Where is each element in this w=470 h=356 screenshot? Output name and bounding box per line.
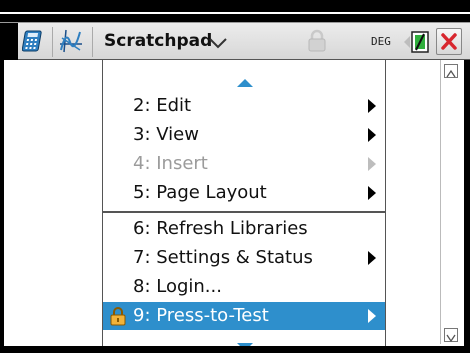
menu-item-label: 6: Refresh Libraries [133, 218, 308, 239]
tab-bar-handle [0, 23, 18, 60]
menu-item-label: 4: Insert [133, 153, 208, 174]
work-area-left-border [0, 60, 4, 353]
submenu-arrow-icon [368, 128, 376, 142]
menu-item-label: 5: Page Layout [133, 182, 267, 203]
document-menu: 2: Edit 3: View 4: Insert 5: Page Layout… [102, 60, 386, 351]
triangle-up-icon [446, 69, 456, 78]
menu-item-refresh-libraries[interactable]: 6: Refresh Libraries [103, 215, 385, 243]
graph-app-icon[interactable] [58, 28, 84, 54]
battery-icon [402, 29, 432, 55]
scroll-up-arrow[interactable] [444, 64, 458, 78]
menu-item-settings-status[interactable]: 7: Settings & Status [103, 244, 385, 272]
menu-item-edit[interactable]: 2: Edit [103, 92, 385, 120]
menu-item-label: 9: Press-to-Test [133, 305, 269, 326]
lock-icon [109, 306, 127, 326]
top-strip [0, 0, 470, 22]
submenu-arrow-icon [368, 186, 376, 200]
tab-separator [92, 27, 93, 57]
menu-item-label: 8: Login... [133, 276, 222, 297]
document-tab-bar: Scratchpad DEG [0, 22, 470, 60]
close-icon [441, 33, 457, 50]
menu-item-label: 7: Settings & Status [133, 247, 313, 268]
chevron-down-icon[interactable] [208, 35, 228, 49]
work-area-bottom-border [0, 346, 470, 353]
menu-item-page-layout[interactable]: 5: Page Layout [103, 179, 385, 207]
menu-item-press-to-test[interactable]: 9: Press-to-Test [103, 302, 385, 330]
submenu-arrow-icon [368, 157, 376, 171]
calculator-app-icon[interactable] [21, 28, 48, 54]
submenu-arrow-icon [368, 309, 376, 323]
menu-item-label: 2: Edit [133, 95, 192, 116]
angle-mode-indicator: DEG [371, 35, 391, 48]
menu-item-login[interactable]: 8: Login... [103, 273, 385, 301]
submenu-arrow-icon [368, 99, 376, 113]
close-button[interactable] [436, 28, 462, 55]
vertical-scrollbar[interactable] [440, 60, 462, 344]
work-area-right-border [464, 60, 470, 353]
menu-item-label: 3: View [133, 124, 199, 145]
calculator-screen: Scratchpad DEG 2: Edit 3: View 4: Insert… [0, 0, 470, 353]
menu-item-view[interactable]: 3: View [103, 121, 385, 149]
menu-scroll-up-icon[interactable] [236, 73, 254, 87]
document-title[interactable]: Scratchpad [104, 31, 212, 51]
top-divider-line [0, 12, 470, 14]
lock-icon [306, 29, 328, 53]
submenu-arrow-icon [368, 251, 376, 265]
menu-item-insert: 4: Insert [103, 150, 385, 178]
menu-divider [103, 211, 385, 213]
tab-separator [52, 27, 53, 57]
scroll-down-arrow[interactable] [444, 328, 458, 343]
triangle-down-icon [446, 334, 456, 343]
